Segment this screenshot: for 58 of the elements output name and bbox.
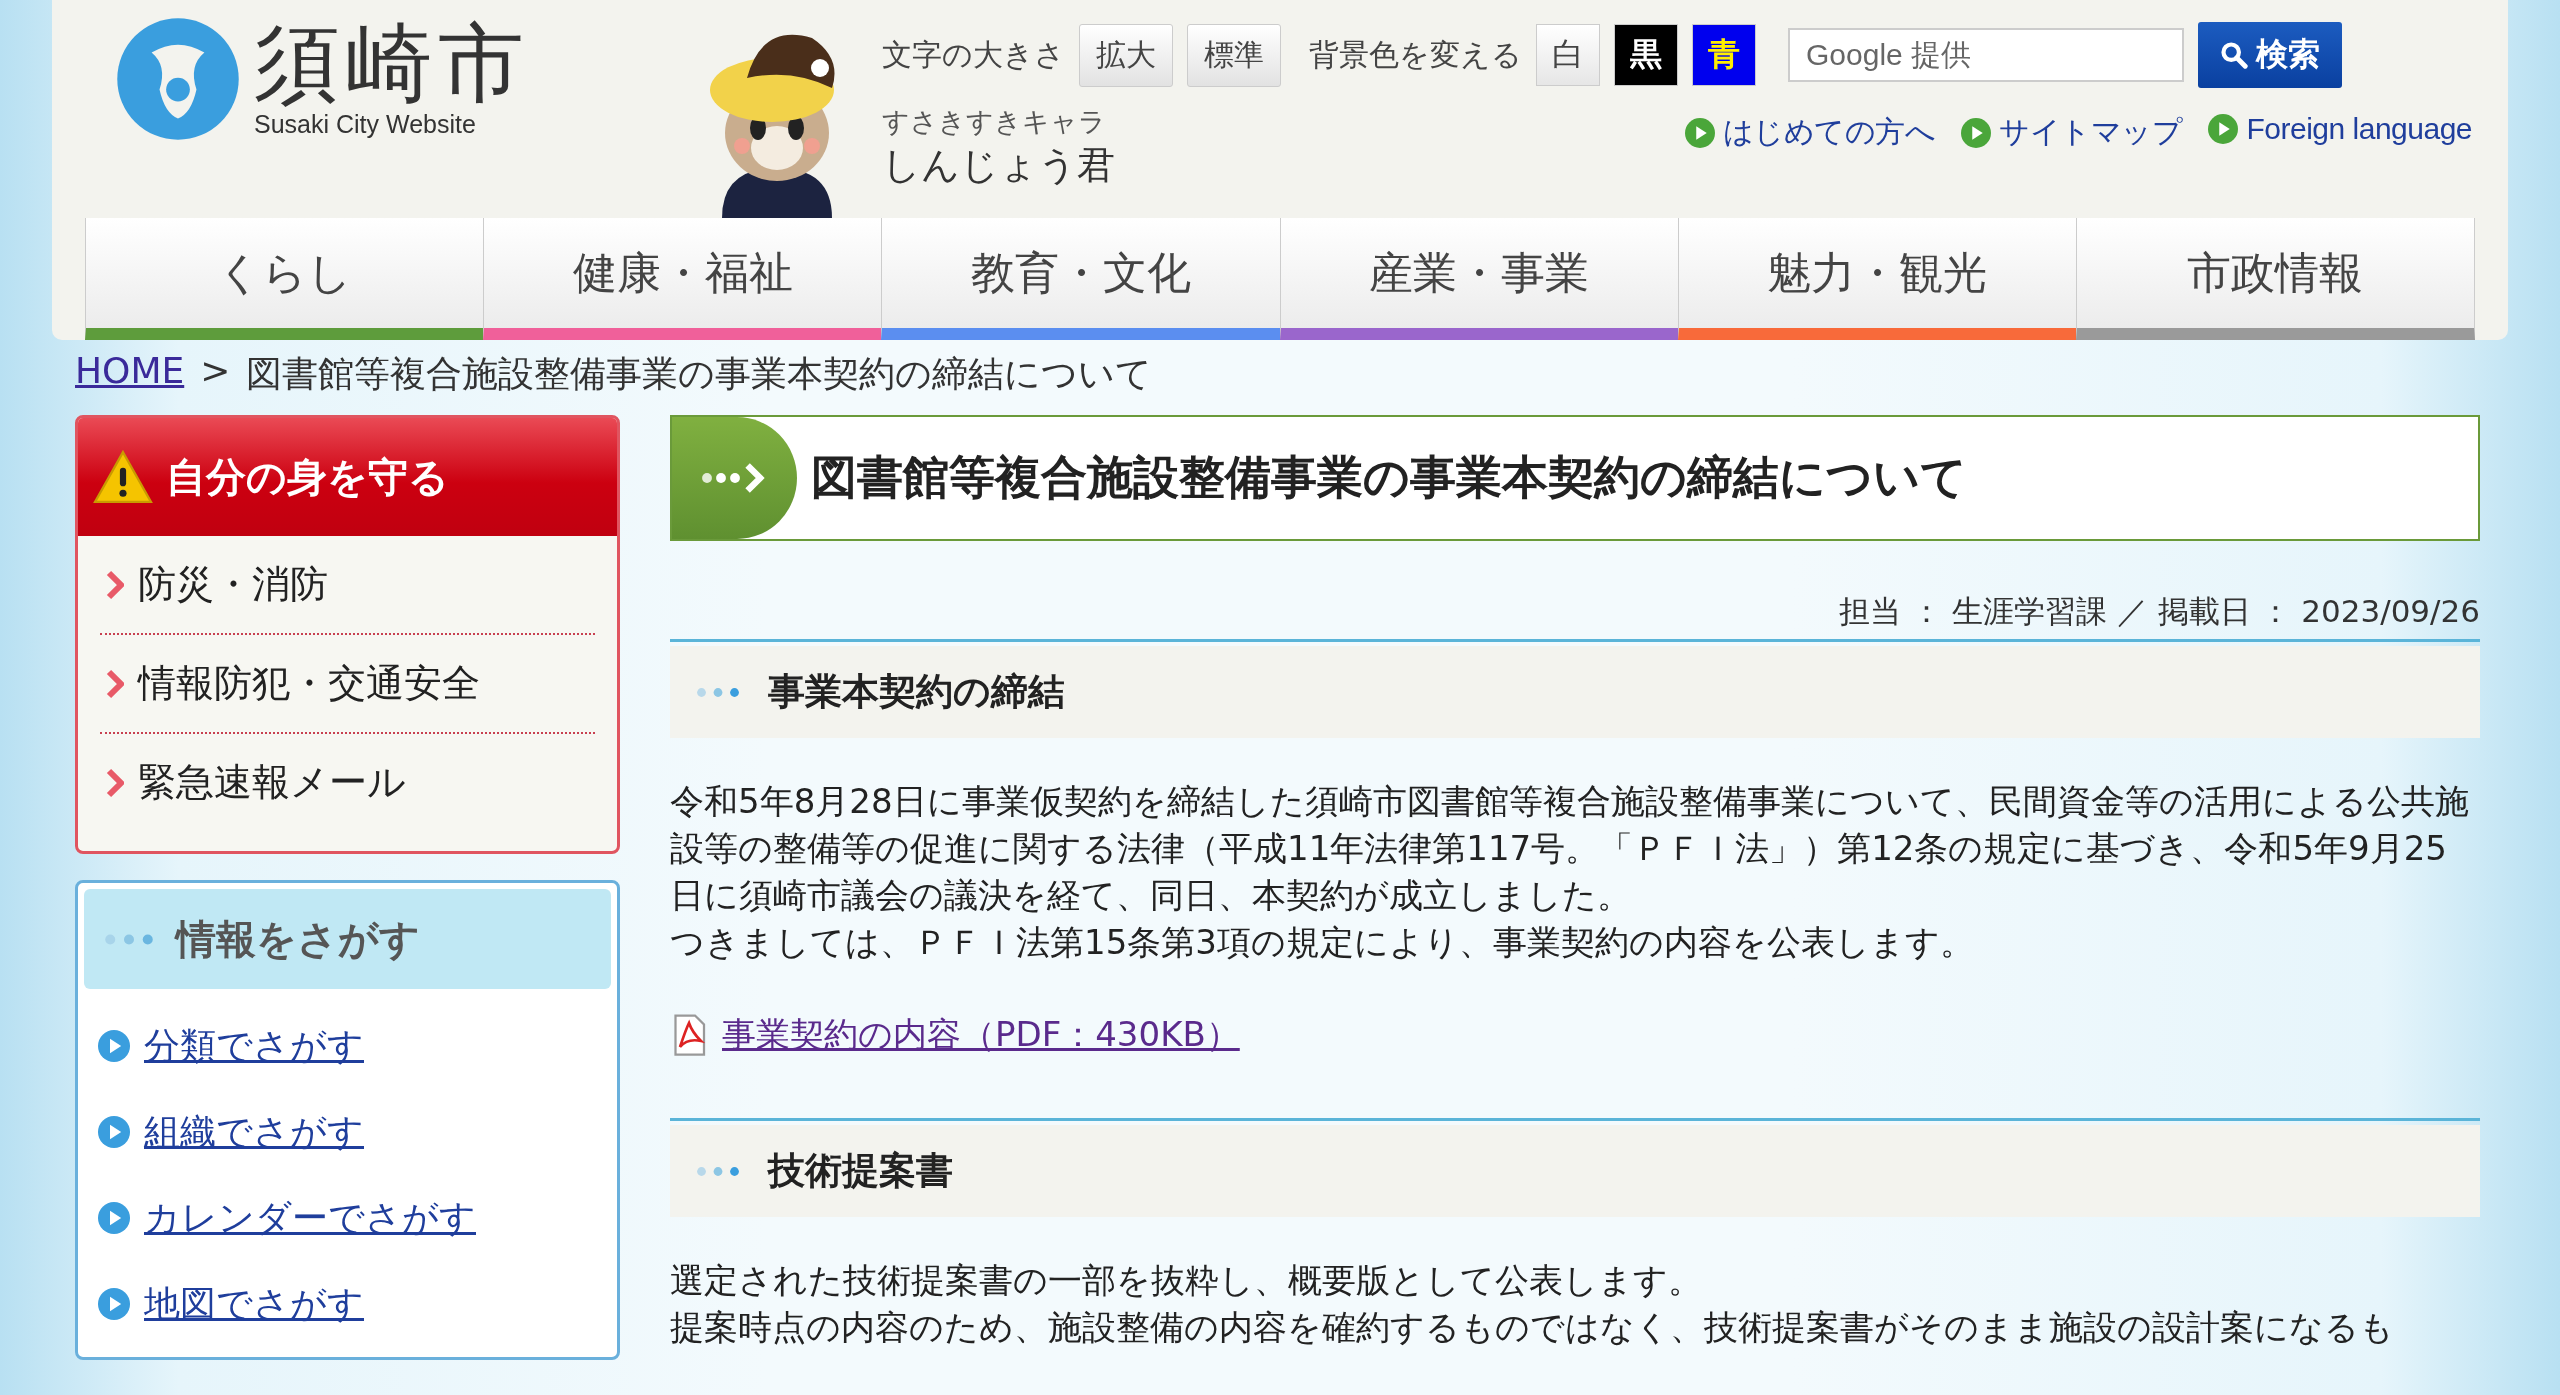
search-field[interactable]: Google 提供 <box>1788 28 2184 82</box>
search-button[interactable]: 検索 <box>2198 22 2342 88</box>
site-title[interactable]: 須崎市 <box>254 19 530 106</box>
site-subtitle: Susaki City Website <box>254 109 477 139</box>
play-circle-icon <box>98 1116 130 1148</box>
play-circle-icon <box>1685 117 1715 148</box>
safety-link[interactable]: 防災・消防 <box>138 559 328 610</box>
paragraph: 令和5年8月28日に事業仮契約を締結した須崎市図書館等複合施設整備事業について、民間資金等の活用による公共施設等の整備等の促進に関する法律（平成11年法律第117号。「ＰＦＩ法」）第12条の規定に基づき、令和5年9月25日に須崎市議会の議決を経て、同日、本契約が成立しました。 <box>670 780 2470 917</box>
breadcrumb-separator: > <box>200 350 231 393</box>
text-size-button[interactable]: 標準 <box>1187 23 1281 87</box>
header-link[interactable]: Foreign language <box>2246 112 2472 146</box>
find-info-title: 情報をさがす <box>176 914 420 964</box>
find-info-link[interactable]: 分類でさがす <box>144 1021 364 1071</box>
safety-panel-title: 自分の身を守る <box>166 452 449 502</box>
chevron-right-icon <box>106 668 124 699</box>
attachment-link[interactable]: 事業契約の内容（PDF：430KB） <box>722 1012 1240 1058</box>
safety-link[interactable]: 情報防犯・交通安全 <box>138 658 480 709</box>
play-circle-icon <box>2208 114 2239 144</box>
nav-tab[interactable]: 魅力・観光 <box>1677 218 2076 340</box>
search-icon <box>2220 41 2248 69</box>
play-circle-icon <box>1961 117 1992 148</box>
header-link[interactable]: サイトマップ <box>1999 112 2183 153</box>
mascot-name: しんじょう君 <box>882 142 1115 189</box>
nav-tab[interactable]: 産業・事業 <box>1279 218 1678 340</box>
nav-tab[interactable]: 教育・文化 <box>881 218 1280 340</box>
dots-icon <box>696 1165 740 1177</box>
dots-icon <box>696 686 740 698</box>
safety-link[interactable]: 緊急速報メール <box>138 757 406 808</box>
nav-tab[interactable]: くらし <box>85 218 484 340</box>
chevron-right-icon <box>106 767 124 798</box>
warning-icon <box>92 449 154 505</box>
page-meta: 担当 ： 生涯学習課 ／ 掲載日 ： 2023/09/26 <box>670 591 2480 642</box>
paragraph: つきましては、ＰＦＩ法第15条第3項の規定により、事業契約の内容を公表します。 <box>670 921 1975 964</box>
text-size-button[interactable]: 拡大 <box>1079 23 1173 87</box>
play-circle-icon <box>98 1288 130 1320</box>
breadcrumb-current: 図書館等複合施設整備事業の事業本契約の締結について <box>246 352 1153 396</box>
section-heading: 技術提案書 <box>768 1148 953 1194</box>
text-size-label: 文字の大きさ <box>882 35 1065 74</box>
breadcrumb-home-link[interactable]: HOME <box>75 350 185 399</box>
header-link[interactable]: はじめての方へ <box>1723 112 1936 153</box>
nav-tab[interactable]: 健康・福祉 <box>483 218 882 340</box>
find-info-link[interactable]: 地図でさがす <box>144 1279 364 1329</box>
background-color-button[interactable]: 黒 <box>1614 24 1678 86</box>
nav-tab[interactable]: 市政情報 <box>2075 218 2476 340</box>
find-info-link[interactable]: カレンダーでさがす <box>144 1193 476 1243</box>
paragraph: 選定された技術提案書の一部を抜粋し、概要版として公表します。 <box>670 1259 1703 1302</box>
chevron-right-icon <box>106 569 124 600</box>
section-heading: 事業本契約の締結 <box>768 669 1065 715</box>
play-circle-icon <box>98 1202 130 1234</box>
dots-icon <box>104 932 154 946</box>
background-color-button[interactable]: 白 <box>1536 24 1600 86</box>
play-circle-icon <box>98 1030 130 1062</box>
page-title: 図書館等複合施設整備事業の事業本契約の締結について <box>811 449 1967 506</box>
mascot-caption: すさきすきキャラ <box>882 105 1107 139</box>
find-info-link[interactable]: 組織でさがす <box>144 1107 364 1157</box>
paragraph: 提案時点の内容のため、施設整備の内容を確約するものではなく、技術提案書がそのまま施設の設計案になるも <box>670 1306 2395 1349</box>
background-color-label: 背景色を変える <box>1309 35 1522 74</box>
background-color-button[interactable]: 青 <box>1692 24 1756 86</box>
